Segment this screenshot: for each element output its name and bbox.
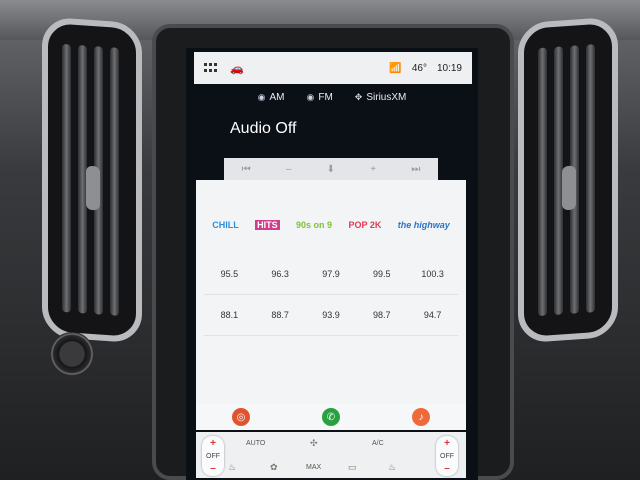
rear-defrost-icon[interactable]: ▭ <box>348 462 357 473</box>
seek-forward-button[interactable]: ⏭ <box>411 164 420 175</box>
passenger-temp-up-icon[interactable]: + <box>444 438 450 449</box>
fan-icon[interactable]: ✣ <box>310 438 318 449</box>
tab-am[interactable]: ◉ AM <box>258 88 285 106</box>
app-shortcuts: ◎ ✆ ♪ <box>196 404 466 430</box>
clock: 10:19 <box>436 62 462 74</box>
tab-siriusxm[interactable]: ✥ SiriusXM <box>355 88 407 106</box>
preset-row: 95.5 96.3 97.9 99.5 100.3 <box>204 254 458 295</box>
preset-button[interactable]: 93.9 <box>306 310 356 320</box>
ac-button[interactable]: A/C <box>372 440 384 447</box>
max-defrost-button[interactable]: MAX <box>306 464 321 471</box>
driver-temp-control[interactable]: + OFF – <box>202 436 224 476</box>
station-logo[interactable]: HITS <box>255 220 280 230</box>
preset-button[interactable]: 95.5 <box>204 269 254 279</box>
infotainment-screen: 🚗 📶 46° 10:19 ◉ AM ◉ FM ✥ SiriusXM Audio… <box>186 48 478 480</box>
preset-button[interactable]: 96.3 <box>255 269 305 279</box>
am-icon: ◉ <box>257 91 266 102</box>
passenger-seat-icon[interactable]: ♨ <box>388 462 396 473</box>
preset-button[interactable]: 98.7 <box>357 310 407 320</box>
driver-temp-up-icon[interactable]: + <box>210 438 216 449</box>
auto-button[interactable]: AUTO <box>246 440 265 447</box>
browse-button[interactable]: ⬇ <box>327 164 335 175</box>
climate-bar: + OFF – AUTO ✣ A/C ♨ ✿ MAX ▭ ♨ + OFF – <box>196 432 466 478</box>
signal-icon: 📶 <box>389 62 402 74</box>
air-vent-left <box>42 16 142 344</box>
siriusxm-icon: ✥ <box>354 91 363 102</box>
source-tabs: ◉ AM ◉ FM ✥ SiriusXM <box>186 88 478 106</box>
transport-controls: ⏮ – ⬇ + ⏭ <box>224 158 438 181</box>
preset-button[interactable]: 99.5 <box>357 269 407 279</box>
preset-grid: 95.5 96.3 97.9 99.5 100.3 88.1 88.7 93.9… <box>204 254 458 336</box>
presets-panel: CHILL HITS 90s on 9 POP 2K the highway 9… <box>196 180 466 404</box>
station-logo[interactable]: the highway <box>398 220 450 230</box>
tune-up-button[interactable]: + <box>370 164 376 175</box>
car-icon[interactable]: 🚗 <box>230 62 244 75</box>
seek-back-button[interactable]: ⏮ <box>242 164 251 175</box>
engine-start-button[interactable] <box>50 332 94 376</box>
outside-temperature: 46° <box>411 62 427 74</box>
podcast-icon[interactable]: ◎ <box>232 408 250 426</box>
driver-temp-value: OFF <box>206 452 220 460</box>
preset-row: 88.1 88.7 93.9 98.7 94.7 <box>204 295 458 336</box>
station-logo[interactable]: 90s on 9 <box>296 220 332 230</box>
tab-fm[interactable]: ◉ FM <box>306 88 332 106</box>
fm-icon: ◉ <box>306 91 315 102</box>
grid-icon[interactable] <box>204 63 217 73</box>
passenger-temp-control[interactable]: + OFF – <box>436 436 458 476</box>
music-icon[interactable]: ♪ <box>412 408 430 426</box>
preset-button[interactable]: 100.3 <box>408 269 458 279</box>
station-logo[interactable]: CHILL <box>212 220 239 230</box>
status-bar: 🚗 📶 46° 10:19 <box>194 52 472 84</box>
driver-temp-down-icon[interactable]: – <box>210 463 216 474</box>
station-logo[interactable]: POP 2K <box>348 220 381 230</box>
now-playing-title: Audio Off <box>230 120 297 137</box>
air-vent-right <box>518 16 618 344</box>
preset-button[interactable]: 88.1 <box>204 310 254 320</box>
seat-heat-icon[interactable]: ♨ <box>228 462 236 473</box>
fan-speed-icon[interactable]: ✿ <box>270 462 278 473</box>
preset-button[interactable]: 88.7 <box>255 310 305 320</box>
phone-icon[interactable]: ✆ <box>322 408 340 426</box>
preset-button[interactable]: 97.9 <box>306 269 356 279</box>
tune-down-button[interactable]: – <box>286 164 292 175</box>
passenger-temp-value: OFF <box>440 452 454 460</box>
station-logos: CHILL HITS 90s on 9 POP 2K the highway <box>204 220 458 230</box>
passenger-temp-down-icon[interactable]: – <box>444 463 450 474</box>
preset-button[interactable]: 94.7 <box>408 310 458 320</box>
